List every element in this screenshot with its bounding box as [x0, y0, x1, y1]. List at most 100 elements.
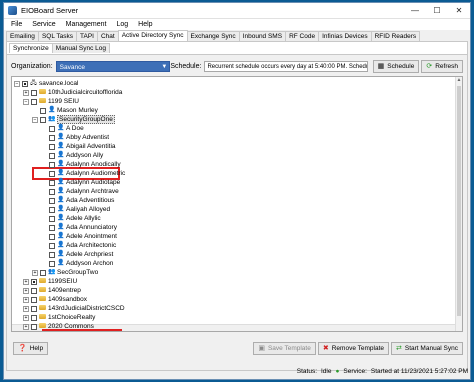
tree-checkbox[interactable]: [49, 260, 55, 267]
collapse-icon[interactable]: −: [32, 116, 38, 123]
scroll-thumb[interactable]: [457, 86, 461, 316]
menu-management[interactable]: Management: [61, 21, 112, 28]
tree-checkbox[interactable]: [49, 143, 55, 150]
tab-rf-code[interactable]: RF Code: [285, 31, 320, 41]
tree-row[interactable]: +2020 Commons: [23, 322, 94, 331]
refresh-button[interactable]: ⟳ Refresh: [421, 59, 463, 73]
tree-row[interactable]: +1199SEIU: [23, 277, 77, 286]
tab-exchange-sync[interactable]: Exchange Sync: [186, 31, 240, 41]
tree-row[interactable]: 👤 Adalynn Archtrave: [41, 187, 119, 196]
expand-icon[interactable]: +: [23, 323, 29, 330]
tab-rfid-readers[interactable]: RFID Readers: [370, 31, 421, 41]
tree-row[interactable]: +1409sandbox: [23, 295, 87, 304]
help-button[interactable]: ❓ Help: [13, 341, 49, 355]
tree-checkbox[interactable]: [49, 179, 55, 186]
start-manual-sync-button[interactable]: ⇄ Start Manual Sync: [391, 341, 463, 355]
tab-sql-tasks[interactable]: SQL Tasks: [37, 31, 78, 41]
tree-checkbox[interactable]: [31, 278, 37, 285]
tree-checkbox[interactable]: [49, 242, 55, 249]
tree-checkbox[interactable]: [31, 314, 37, 321]
tree-row[interactable]: +1stChoiceRealty: [23, 313, 95, 322]
tree-checkbox[interactable]: [49, 170, 55, 177]
tree-row[interactable]: 👤 Ada Adventitious: [41, 196, 114, 205]
expand-icon[interactable]: +: [23, 314, 29, 321]
tree-row[interactable]: +1409entrep: [23, 286, 81, 295]
tab-manual-sync-log[interactable]: Manual Sync Log: [51, 43, 111, 53]
tree-checkbox[interactable]: [49, 206, 55, 213]
collapse-icon[interactable]: −: [14, 80, 20, 87]
tree-checkbox[interactable]: [31, 287, 37, 294]
tree-row[interactable]: 👤 Adele Archpriest: [41, 250, 113, 259]
expand-icon[interactable]: +: [23, 287, 29, 294]
remove-template-button[interactable]: ✖ Remove Template: [317, 341, 390, 355]
maximize-button[interactable]: ☐: [426, 3, 448, 19]
directory-tree[interactable]: ▲ − 🖧 savance.local +10thJudicialcircuitoff…: [11, 76, 463, 332]
tree-row[interactable]: 👤 Abby Adventist: [41, 133, 109, 142]
tab-infinias-devices[interactable]: Infinias Devices: [318, 31, 372, 41]
vertical-scrollbar[interactable]: ▲: [455, 77, 462, 331]
tab-chat[interactable]: Chat: [96, 31, 119, 41]
tree-row[interactable]: − 1199 SEIU: [23, 97, 79, 106]
tree-checkbox[interactable]: [49, 233, 55, 240]
tree-row[interactable]: 👤 Abigail Adventitia: [41, 142, 116, 151]
tree-row[interactable]: 👤 Adalynn Audiometric: [41, 169, 125, 178]
tab-synchronize[interactable]: Synchronize: [9, 43, 53, 53]
tree-checkbox[interactable]: [49, 188, 55, 195]
tab-active-directory-sync[interactable]: Active Directory Sync: [117, 30, 188, 41]
tree-checkbox[interactable]: [49, 134, 55, 141]
tab-tapi[interactable]: TAPI: [76, 31, 98, 41]
tree-row[interactable]: 👤 Adele Allylic: [41, 214, 101, 223]
tree-row[interactable]: +143rdJudicialDistrictCSCD: [23, 304, 125, 313]
expand-icon[interactable]: +: [23, 89, 29, 96]
tree-checkbox[interactable]: [49, 251, 55, 258]
tree-row[interactable]: 👤 Adele Anointment: [41, 232, 117, 241]
tree-checkbox[interactable]: [40, 107, 46, 114]
expand-icon[interactable]: +: [23, 305, 29, 312]
tree-row[interactable]: + 👥 SecGroupTwo: [32, 268, 98, 277]
menu-file[interactable]: File: [6, 21, 27, 28]
scroll-up-icon[interactable]: ▲: [456, 77, 462, 84]
menu-log[interactable]: Log: [111, 21, 133, 28]
tree-row[interactable]: 👤 Ada Annunciatory: [41, 223, 117, 232]
tree-row[interactable]: +10thJudicialcircuitofflorida: [23, 88, 122, 97]
schedule-field[interactable]: Recurrent schedule occurs every day at 5…: [204, 60, 368, 72]
tree-row[interactable]: 👤 Addyson Ally: [41, 151, 103, 160]
collapse-icon[interactable]: −: [23, 98, 29, 105]
tree-checkbox[interactable]: [31, 323, 37, 330]
tree-row[interactable]: − 🖧 savance.local: [14, 79, 78, 88]
tree-row[interactable]: 👤 Aaliyah Alloyed: [41, 205, 110, 214]
tree-checkbox[interactable]: [40, 269, 46, 276]
tree-checkbox[interactable]: [40, 116, 46, 123]
tree-checkbox[interactable]: [31, 89, 37, 96]
tree-checkbox[interactable]: [31, 305, 37, 312]
user-icon: 👤: [57, 233, 65, 239]
menu-service[interactable]: Service: [27, 21, 60, 28]
tree-checkbox[interactable]: [49, 224, 55, 231]
tree-row[interactable]: 👤 Mason Murley: [32, 106, 98, 115]
tree-checkbox[interactable]: [22, 80, 28, 87]
tree-checkbox[interactable]: [31, 296, 37, 303]
tree-row[interactable]: 👤 A Doe: [41, 124, 84, 133]
expand-icon[interactable]: +: [32, 269, 38, 276]
schedule-button[interactable]: ▦ Schedule: [372, 59, 420, 73]
save-template-button[interactable]: ▣ Save Template: [253, 341, 316, 355]
tree-row[interactable]: 👤 Ada Architectonic: [41, 241, 116, 250]
tree-checkbox[interactable]: [49, 152, 55, 159]
close-button[interactable]: ✕: [448, 3, 470, 19]
tree-checkbox[interactable]: [49, 125, 55, 132]
tree-row[interactable]: 👤 Adalynn Audiotape: [41, 178, 120, 187]
tree-checkbox[interactable]: [49, 215, 55, 222]
tree-row[interactable]: 👤 Adalynn Anodically: [41, 160, 121, 169]
organization-select[interactable]: Savance ▼: [55, 60, 171, 72]
expand-icon[interactable]: +: [23, 278, 29, 285]
tab-emailing[interactable]: Emailing: [6, 31, 39, 41]
tree-checkbox[interactable]: [31, 98, 37, 105]
tab-inbound-sms[interactable]: Inbound SMS: [238, 31, 287, 41]
tree-checkbox[interactable]: [49, 197, 55, 204]
expand-icon[interactable]: +: [23, 296, 29, 303]
tree-row[interactable]: − 👥 SecurityGroupOne: [32, 115, 115, 124]
tree-row[interactable]: 👤 Addyson Archon: [41, 259, 113, 268]
tree-checkbox[interactable]: [49, 161, 55, 168]
minimize-button[interactable]: —: [404, 3, 426, 19]
menu-help[interactable]: Help: [133, 21, 157, 28]
